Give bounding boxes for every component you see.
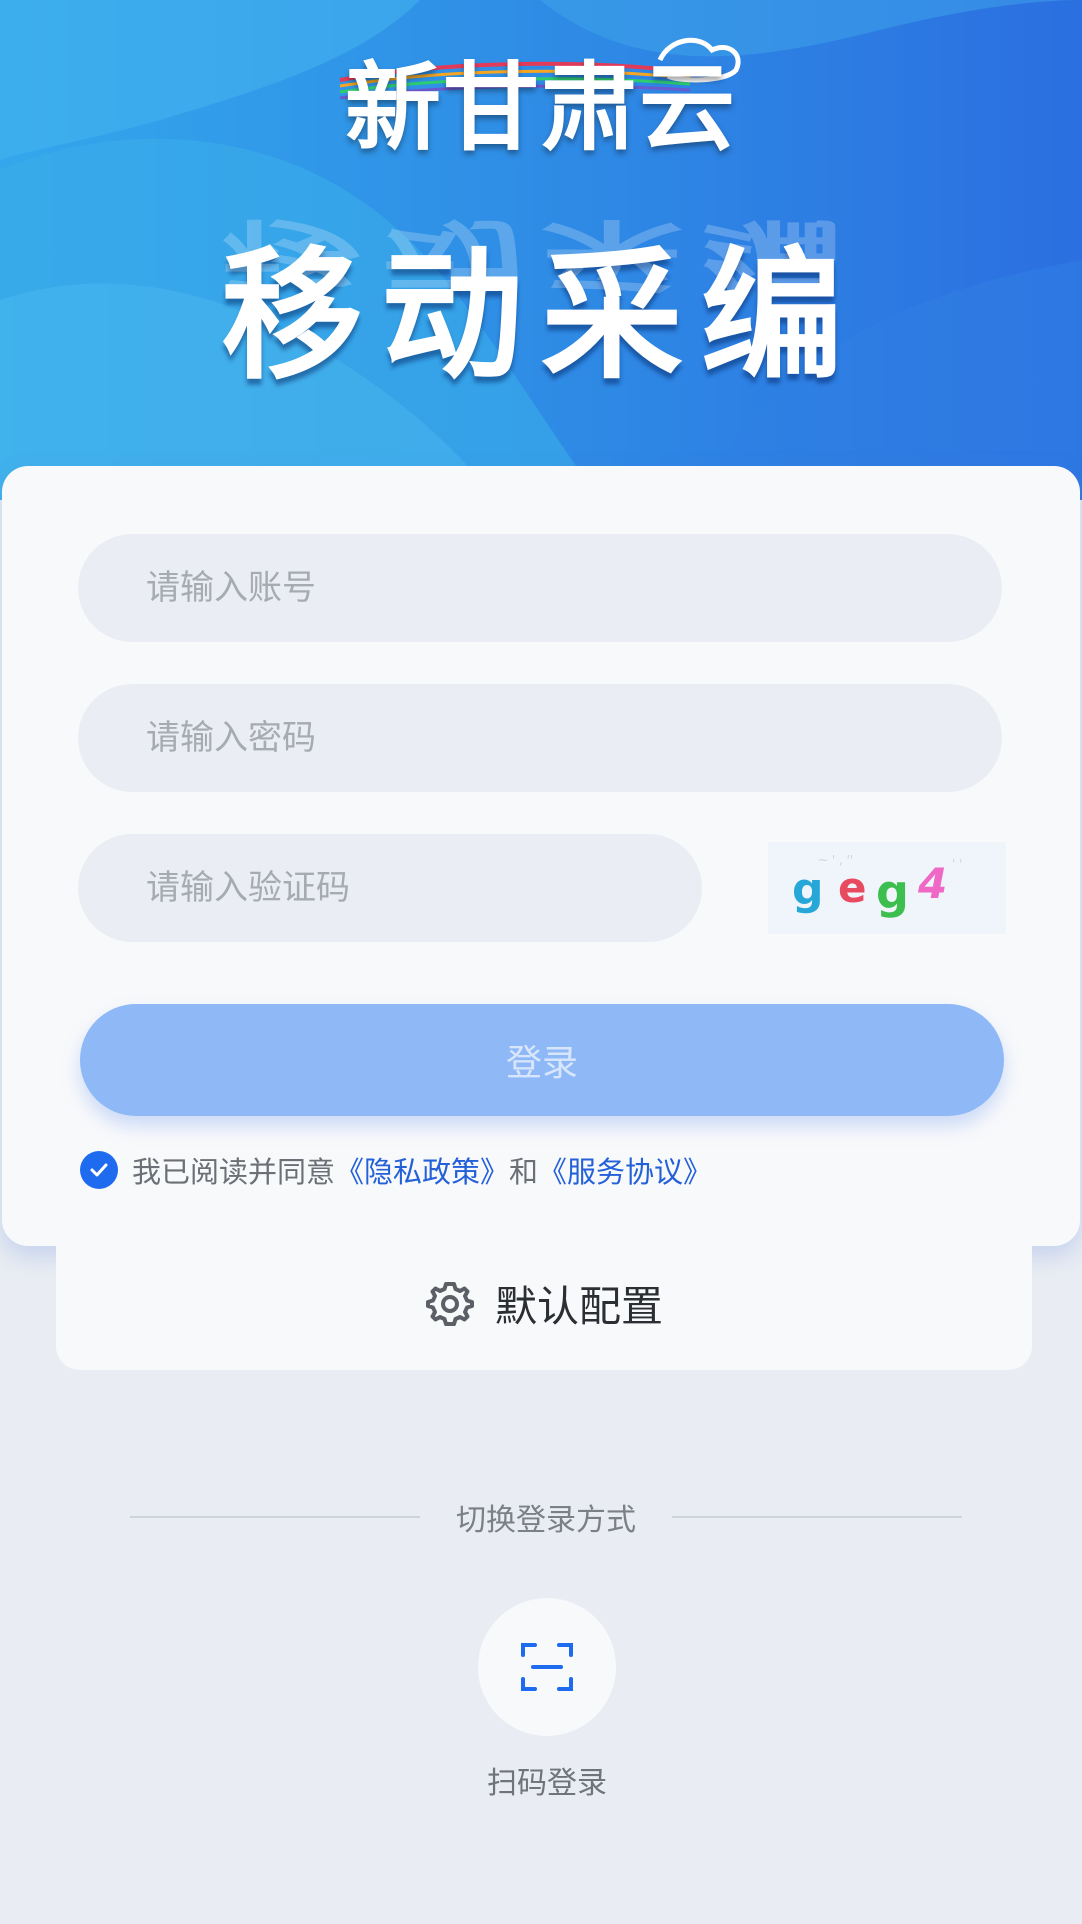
gear-icon (425, 1282, 474, 1326)
header-banner: 新甘肃云 移动采编 移动采编 (0, 0, 1082, 500)
scan-login-button[interactable] (478, 1598, 616, 1736)
default-config-button[interactable]: 默认配置 (56, 1236, 1032, 1370)
default-config-label: 默认配置 (494, 1281, 663, 1331)
divider-line-left (130, 1516, 420, 1518)
captcha-char: e (838, 863, 867, 912)
agreement-checkbox[interactable] (80, 1151, 118, 1189)
divider-line-right (672, 1516, 962, 1518)
account-input[interactable] (78, 534, 1002, 642)
banner-title-reflection: 移动采编 (221, 208, 861, 300)
privacy-policy-link[interactable]: 《隐私政策》 (335, 1149, 509, 1191)
scan-login-label: 扫码登录 (487, 1766, 607, 1801)
check-icon (90, 1163, 108, 1177)
agreement-row: 我已阅读并同意 《隐私政策》 和 《服务协议》 (80, 1148, 712, 1192)
svg-text:' ': ' ' (952, 857, 962, 871)
agreement-text: 我已阅读并同意 (132, 1155, 336, 1189)
captcha-graphic: ~ ' , '' g e g 4 ' ' (792, 853, 962, 919)
captcha-char: 4 (917, 859, 947, 908)
switch-login-label: 切换登录方式 (456, 1503, 636, 1538)
captcha-char: g (876, 865, 909, 919)
password-input[interactable] (78, 684, 1002, 792)
captcha-char: g (792, 864, 824, 915)
switch-login-divider: 切换登录方式 (130, 1490, 962, 1544)
captcha-input[interactable] (78, 834, 702, 942)
service-agreement-link[interactable]: 《服务协议》 (538, 1149, 712, 1191)
agreement-conjunction: 和 (509, 1155, 539, 1189)
scan-icon (521, 1643, 573, 1691)
login-button[interactable]: 登录 (80, 1004, 1004, 1116)
brand-logo-text: 新甘肃云 (345, 51, 737, 164)
captcha-image[interactable]: ~ ' , '' g e g 4 ' ' (768, 842, 1006, 934)
login-card: ~ ' , '' g e g 4 ' ' 登录 我已阅读并同意 《隐私政策》 和… (2, 466, 1080, 1246)
